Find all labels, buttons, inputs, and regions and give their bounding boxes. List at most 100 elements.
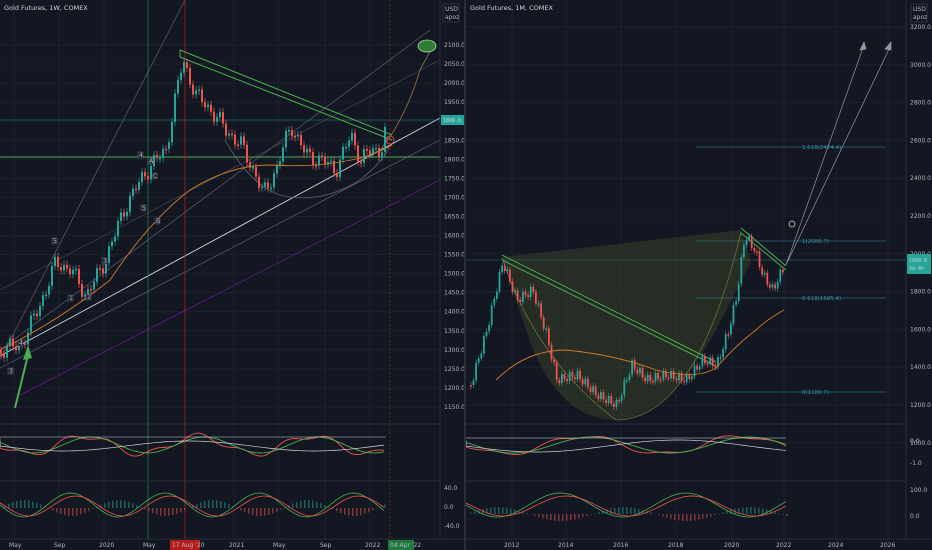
candle-body <box>540 303 542 318</box>
candle-body <box>342 146 344 160</box>
right-target-circle[interactable] <box>788 220 796 228</box>
left-price-tick: 2100.0 <box>444 42 464 49</box>
left-time-tick: Sep <box>320 542 332 549</box>
wave-label: 5 <box>53 238 57 245</box>
candle-body <box>207 104 209 108</box>
candle-body <box>545 328 548 330</box>
candle-body <box>691 376 693 380</box>
left-scale-mode[interactable]: apoz <box>445 14 459 21</box>
left-price-tick: 1150.0 <box>444 404 464 411</box>
candle-body <box>685 374 688 383</box>
left-chart-pane[interactable]: 34512345ABC 2100.02050.02000.01950.01900… <box>0 0 464 550</box>
candle-body <box>93 281 95 290</box>
candle-body <box>291 130 293 137</box>
candle-body <box>766 272 769 285</box>
candle-body <box>246 144 248 163</box>
candle-body <box>201 89 203 103</box>
candle-body <box>30 315 32 333</box>
candle-body <box>270 187 272 190</box>
candle-body <box>561 374 563 384</box>
left-target-ellipse[interactable] <box>417 39 437 53</box>
left-wedge <box>179 49 393 141</box>
right-price-axis[interactable]: 3200.03000.02800.02600.02400.02200.02000… <box>910 24 931 447</box>
candle-body <box>180 72 182 80</box>
right-cup-shade <box>502 230 751 420</box>
left-chart-canvas[interactable]: 34512345ABC 2100.02050.02000.01950.01900… <box>0 0 464 550</box>
fib-0618: 0.618(1685.4) <box>802 296 841 302</box>
candle-body <box>195 90 197 95</box>
candle-body <box>294 136 296 138</box>
wave-label: 3 <box>9 368 13 375</box>
candle-body <box>189 67 191 85</box>
candle-body <box>72 269 74 275</box>
candle-body <box>683 380 685 383</box>
candle-body <box>745 239 748 246</box>
left-last-price: 1899.8 <box>443 118 461 124</box>
candle-body <box>776 281 779 289</box>
candle-body <box>613 403 615 407</box>
candle-body <box>138 181 140 190</box>
candle-body <box>769 284 771 288</box>
candle-body <box>618 399 620 402</box>
candle-body <box>321 155 323 158</box>
candle-body <box>756 251 758 253</box>
candle-body <box>472 380 475 385</box>
left-time-tick: May <box>273 542 286 549</box>
left-price-tick: 1750.0 <box>444 175 464 182</box>
right-chart-pane[interactable]: 1.618(2474.4) 1(2089.7) 0.618(1685.4) 0(… <box>466 0 932 550</box>
left-price-tick: 1650.0 <box>444 213 464 220</box>
right-chart-canvas[interactable]: 1.618(2474.4) 1(2089.7) 0.618(1685.4) 0(… <box>466 0 932 550</box>
candle-body <box>96 268 98 282</box>
candle-body <box>39 305 41 317</box>
candle-body <box>514 290 516 293</box>
candle-body <box>102 268 104 274</box>
right-time-tick: 2026 <box>880 542 895 549</box>
candle-body <box>324 156 326 165</box>
candle-body <box>264 182 266 187</box>
left-time-tick: 2021 <box>229 542 244 549</box>
candle-body <box>782 269 784 273</box>
crosshair-date: 17 Aug '20 <box>172 542 205 549</box>
left-price-tick: 1350.0 <box>444 328 464 335</box>
right-osc-axis: 0.0 -1.0 100.0 0.0 <box>910 438 927 520</box>
candle-body <box>704 355 706 364</box>
left-price-tick: 1850.0 <box>444 137 464 144</box>
candle-body <box>524 291 527 296</box>
candle-body <box>779 269 782 282</box>
candle-body <box>501 265 503 272</box>
right-time-tick: 2016 <box>613 542 628 549</box>
candle-body <box>480 353 483 359</box>
candle-body <box>309 148 311 153</box>
right-time-axis[interactable]: 2012 2014 2016 2018 2020 2022 2024 2026 <box>504 542 895 549</box>
candle-body <box>90 289 92 291</box>
candle-body <box>336 173 338 178</box>
candle-body <box>381 151 383 158</box>
candle-body <box>330 160 332 163</box>
right-price-tick: 3000.0 <box>910 62 931 69</box>
candle-body <box>198 89 200 91</box>
left-price-axis[interactable]: 2100.02050.02000.01950.01900.01850.01800… <box>444 42 464 411</box>
candle-body <box>496 291 498 299</box>
right-oscillator-1 <box>466 435 787 456</box>
candle-body <box>503 265 506 272</box>
candle-body <box>636 369 639 374</box>
candle-body <box>555 362 558 381</box>
left-price-tick: 1550.0 <box>444 252 464 259</box>
candle-body <box>654 372 657 382</box>
candle-body <box>522 291 524 302</box>
candle-body <box>649 374 652 382</box>
wave-label: 1 <box>69 295 73 302</box>
candle-body <box>288 130 290 132</box>
right-scale-mode[interactable]: apoz <box>913 14 927 21</box>
candle-body <box>78 268 80 284</box>
candle-body <box>126 211 128 217</box>
left-currency[interactable]: USD <box>445 6 458 13</box>
candle-body <box>688 374 691 380</box>
candle-body <box>84 294 86 297</box>
candle-body <box>553 359 555 363</box>
candle-body <box>51 266 53 286</box>
right-price-tick: 1400.0 <box>910 364 931 371</box>
candle-body <box>216 117 218 122</box>
candle-body <box>48 285 50 295</box>
right-currency[interactable]: USD <box>913 6 926 13</box>
